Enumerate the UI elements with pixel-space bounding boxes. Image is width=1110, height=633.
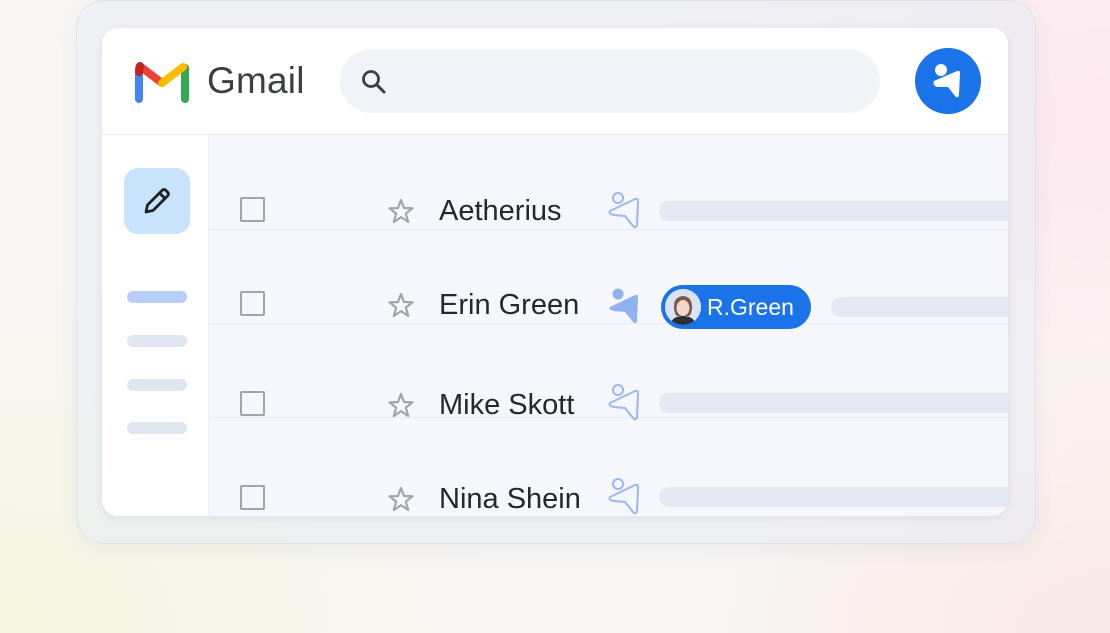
top-bar: Gmail bbox=[102, 28, 1008, 135]
gmail-logo-icon bbox=[135, 62, 189, 103]
star-icon[interactable] bbox=[387, 391, 415, 419]
app-name: Gmail bbox=[207, 60, 305, 101]
nav-item[interactable] bbox=[127, 335, 187, 347]
preview-placeholder bbox=[659, 201, 1008, 221]
mail-list: Aetherius Erin Green R.Green Mike Skott … bbox=[209, 135, 1008, 516]
search-icon[interactable] bbox=[360, 68, 388, 96]
row-checkbox[interactable] bbox=[240, 291, 265, 316]
sidebar bbox=[102, 135, 209, 516]
nav-item[interactable] bbox=[127, 379, 187, 391]
sender-name: Aetherius bbox=[439, 195, 562, 227]
sender-name: Nina Shein bbox=[439, 483, 581, 515]
search-bar[interactable] bbox=[340, 49, 880, 113]
row-checkbox[interactable] bbox=[240, 197, 265, 222]
preview-placeholder bbox=[831, 297, 1008, 317]
mail-row[interactable]: Aetherius bbox=[209, 135, 1008, 230]
mail-row[interactable]: Nina Shein bbox=[209, 417, 1008, 515]
row-checkbox[interactable] bbox=[240, 391, 265, 416]
preview-placeholder bbox=[659, 487, 1008, 507]
extension-figure-icon bbox=[608, 478, 639, 515]
extension-figure-icon bbox=[933, 64, 960, 98]
sender-name: Erin Green bbox=[439, 289, 580, 321]
star-icon[interactable] bbox=[387, 485, 415, 513]
star-icon[interactable] bbox=[387, 291, 415, 319]
row-checkbox[interactable] bbox=[240, 485, 265, 510]
search-input[interactable] bbox=[404, 63, 858, 101]
pencil-icon bbox=[144, 188, 170, 214]
mail-row[interactable]: Erin Green R.Green bbox=[209, 229, 1008, 329]
nav-item[interactable] bbox=[127, 422, 187, 434]
extension-figure-icon bbox=[608, 192, 639, 229]
compose-button[interactable] bbox=[124, 168, 190, 234]
preview-placeholder bbox=[659, 393, 1008, 413]
gmail-window: Gmail Aetherius Erin Green R.Green Mike … bbox=[102, 28, 1008, 516]
nav-item-inbox[interactable] bbox=[127, 291, 187, 303]
extension-figure-icon bbox=[609, 288, 638, 324]
star-icon[interactable] bbox=[387, 197, 415, 225]
contact-avatar bbox=[665, 289, 701, 325]
mail-row[interactable]: Mike Skott bbox=[209, 323, 1008, 421]
account-avatar[interactable] bbox=[915, 48, 981, 114]
